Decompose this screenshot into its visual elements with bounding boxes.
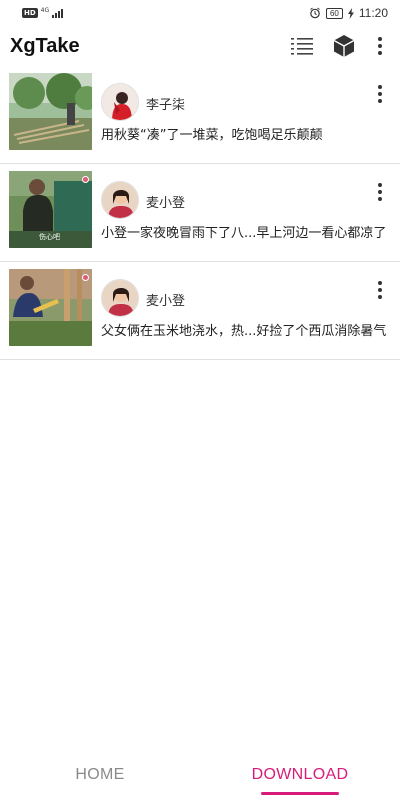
video-thumbnail[interactable] <box>9 269 92 346</box>
item-more-icon[interactable] <box>368 180 392 204</box>
hd-badge: HD <box>22 8 38 18</box>
status-bar: HD 4G 60 11:20 <box>0 0 400 26</box>
signal-icon <box>52 8 64 18</box>
author-name: 麦小登 <box>146 196 186 211</box>
active-tab-indicator <box>261 792 339 795</box>
status-right: 60 11:20 <box>309 6 388 20</box>
video-item[interactable]: 麦小登 父女俩在玉米地浇水，热...好捡了个西瓜消除暑气 <box>0 262 400 360</box>
charging-icon <box>347 7 354 19</box>
list-view-icon[interactable] <box>286 30 318 62</box>
video-thumbnail[interactable]: 伤心吧 <box>9 171 92 248</box>
video-list: 李子柒 用秋葵“凑”了一堆菜，吃饱喝足乐颠颠 伤心吧 麦小登 小登一家夜晚冒雨下… <box>0 66 400 360</box>
author-name: 麦小登 <box>146 294 186 309</box>
live-badge-icon <box>82 274 89 281</box>
tab-home-label: HOME <box>75 766 125 783</box>
author-avatar[interactable] <box>101 279 139 317</box>
item-more-icon[interactable] <box>368 278 392 302</box>
alarm-icon <box>310 7 320 19</box>
thumbnail-caption: 伤心吧 <box>39 233 60 241</box>
network-type: 4G <box>40 6 50 14</box>
video-title: 小登一家夜晚冒雨下了八...早上河边一看心都凉了 <box>101 226 387 241</box>
status-left: HD 4G <box>22 6 64 18</box>
app-title: XgTake <box>10 34 80 57</box>
tab-download[interactable]: DOWNLOAD <box>200 750 400 800</box>
app-bar-actions <box>286 30 390 62</box>
package-box-icon[interactable] <box>328 30 360 62</box>
tab-home[interactable]: HOME <box>0 750 200 800</box>
live-badge-icon <box>82 176 89 183</box>
video-item[interactable]: 李子柒 用秋葵“凑”了一堆菜，吃饱喝足乐颠颠 <box>0 66 400 164</box>
author-avatar[interactable] <box>101 83 139 121</box>
video-item[interactable]: 伤心吧 麦小登 小登一家夜晚冒雨下了八...早上河边一看心都凉了 <box>0 164 400 262</box>
bottom-nav: HOME DOWNLOAD <box>0 750 400 800</box>
clock: 11:20 <box>358 6 388 20</box>
item-more-icon[interactable] <box>368 82 392 106</box>
tab-download-label: DOWNLOAD <box>251 766 349 783</box>
video-title: 父女俩在玉米地浇水，热...好捡了个西瓜消除暑气 <box>101 324 387 339</box>
overflow-menu-icon[interactable] <box>370 30 390 62</box>
battery-level: 60 <box>325 7 343 19</box>
video-title: 用秋葵“凑”了一堆菜，吃饱喝足乐颠颠 <box>101 128 323 143</box>
app-bar: XgTake <box>0 26 400 66</box>
video-thumbnail[interactable] <box>9 73 92 150</box>
author-name: 李子柒 <box>146 98 186 113</box>
author-avatar[interactable] <box>101 181 139 219</box>
